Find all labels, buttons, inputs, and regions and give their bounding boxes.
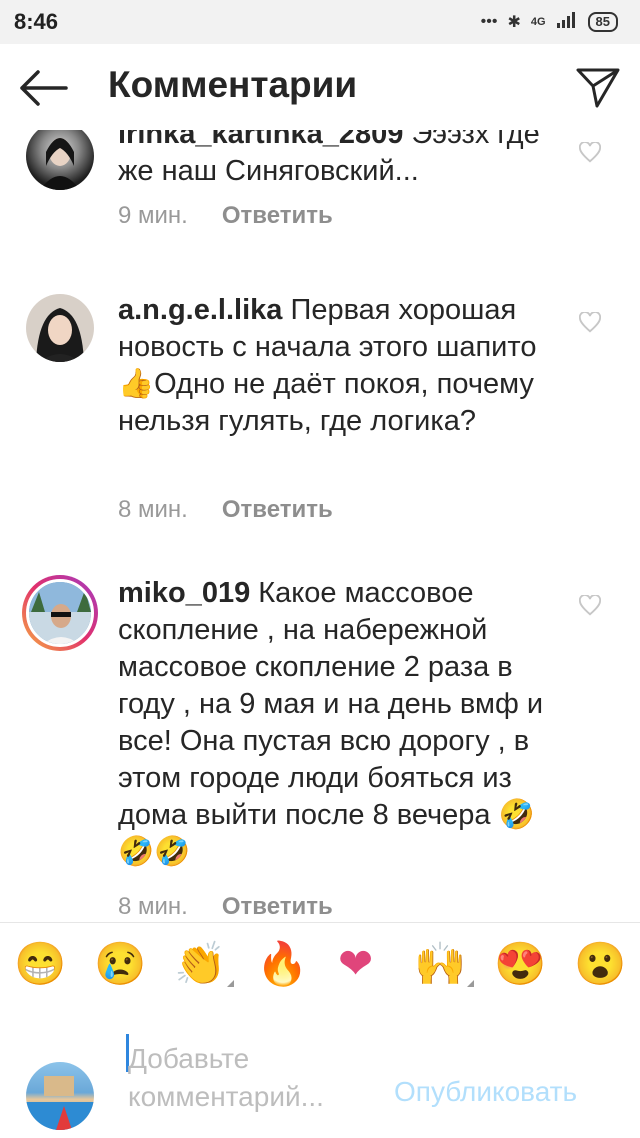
avatar	[26, 579, 94, 647]
emoji-bar: 😁 😢 👏 🔥 ❤ 🙌 😍 😮	[0, 922, 640, 1010]
comment-composer: Добавьте комментарий... Опубликовать	[0, 1008, 640, 1138]
emoji-clap-icon[interactable]: 👏	[174, 939, 235, 989]
comment-text: irinka_kartinka_2809 Эээзх где же наш Си…	[118, 130, 558, 190]
status-time: 8:46	[14, 9, 59, 34]
page-title: Комментарии	[108, 64, 358, 105]
emoji-heart-eyes-icon[interactable]: 😍	[494, 939, 546, 989]
heart-outline-icon	[578, 594, 602, 616]
my-avatar	[26, 1062, 94, 1130]
status-icons: ••• ✱ 4G 85	[480, 11, 618, 33]
comment-body: Какое массовое скопление , на набережной…	[118, 577, 544, 868]
comment-meta: 9 мин. Ответить	[118, 202, 333, 230]
status-bar: 8:46 ••• ✱ 4G 85	[0, 0, 640, 44]
emoji-heart-icon[interactable]: ❤	[338, 939, 373, 989]
comment-time: 8 мин.	[118, 893, 188, 920]
emoji-clap-glyph: 👏	[174, 940, 227, 987]
emoji-surprised-icon[interactable]: 😮	[574, 939, 626, 989]
arrow-left-icon	[20, 70, 68, 106]
reply-button[interactable]: Ответить	[222, 496, 333, 523]
emoji-raised-hands-glyph: 🙌	[414, 940, 467, 987]
reply-button[interactable]: Ответить	[222, 893, 333, 920]
signal-icon	[556, 11, 578, 33]
skin-tone-indicator	[227, 980, 235, 987]
comment-input[interactable]: Добавьте комментарий...	[128, 1040, 388, 1116]
more-dots-icon: •••	[480, 13, 498, 30]
comment-username[interactable]: a.n.g.e.l.lika	[118, 294, 282, 326]
comment-username[interactable]: miko_019	[118, 577, 250, 609]
avatar[interactable]	[26, 294, 94, 362]
comments-list[interactable]: irinka_kartinka_2809 Эээзх где же наш Си…	[0, 130, 640, 920]
like-button[interactable]	[578, 594, 602, 617]
publish-button[interactable]: Опубликовать	[394, 1076, 577, 1108]
emoji-raised-hands-icon[interactable]: 🙌	[414, 939, 475, 989]
comment-meta: 8 мин. Ответить	[118, 496, 333, 524]
comment-text: miko_019 Какое массовое скопление , на н…	[118, 575, 558, 871]
like-button[interactable]	[578, 311, 602, 334]
battery-icon: 85	[587, 12, 618, 32]
emoji-crying-icon[interactable]: 😢	[94, 939, 146, 989]
avatar[interactable]	[26, 130, 94, 190]
comment-meta: 8 мин. Ответить	[118, 893, 333, 920]
skin-tone-indicator	[467, 980, 475, 987]
emoji-grinning-icon[interactable]: 😁	[14, 939, 66, 989]
comment-time: 9 мин.	[118, 202, 188, 229]
back-button[interactable]	[18, 68, 68, 108]
bluetooth-icon: ✱	[507, 14, 521, 31]
heart-outline-icon	[578, 311, 602, 333]
heart-outline-icon	[578, 141, 602, 163]
comment-username[interactable]: irinka_kartinka_2809	[118, 130, 403, 150]
like-button[interactable]	[578, 141, 602, 164]
comment-text: a.n.g.e.l.lika Первая хорошая новость с …	[118, 292, 558, 440]
paper-plane-icon	[576, 68, 620, 108]
avatar-story-ring[interactable]	[22, 575, 98, 651]
network-type: 4G	[530, 16, 546, 28]
header: Комментарии	[0, 44, 640, 130]
comment-time: 8 мин.	[118, 496, 188, 523]
emoji-fire-icon[interactable]: 🔥	[256, 939, 308, 989]
share-button[interactable]	[575, 66, 621, 110]
reply-button[interactable]: Ответить	[222, 202, 333, 229]
